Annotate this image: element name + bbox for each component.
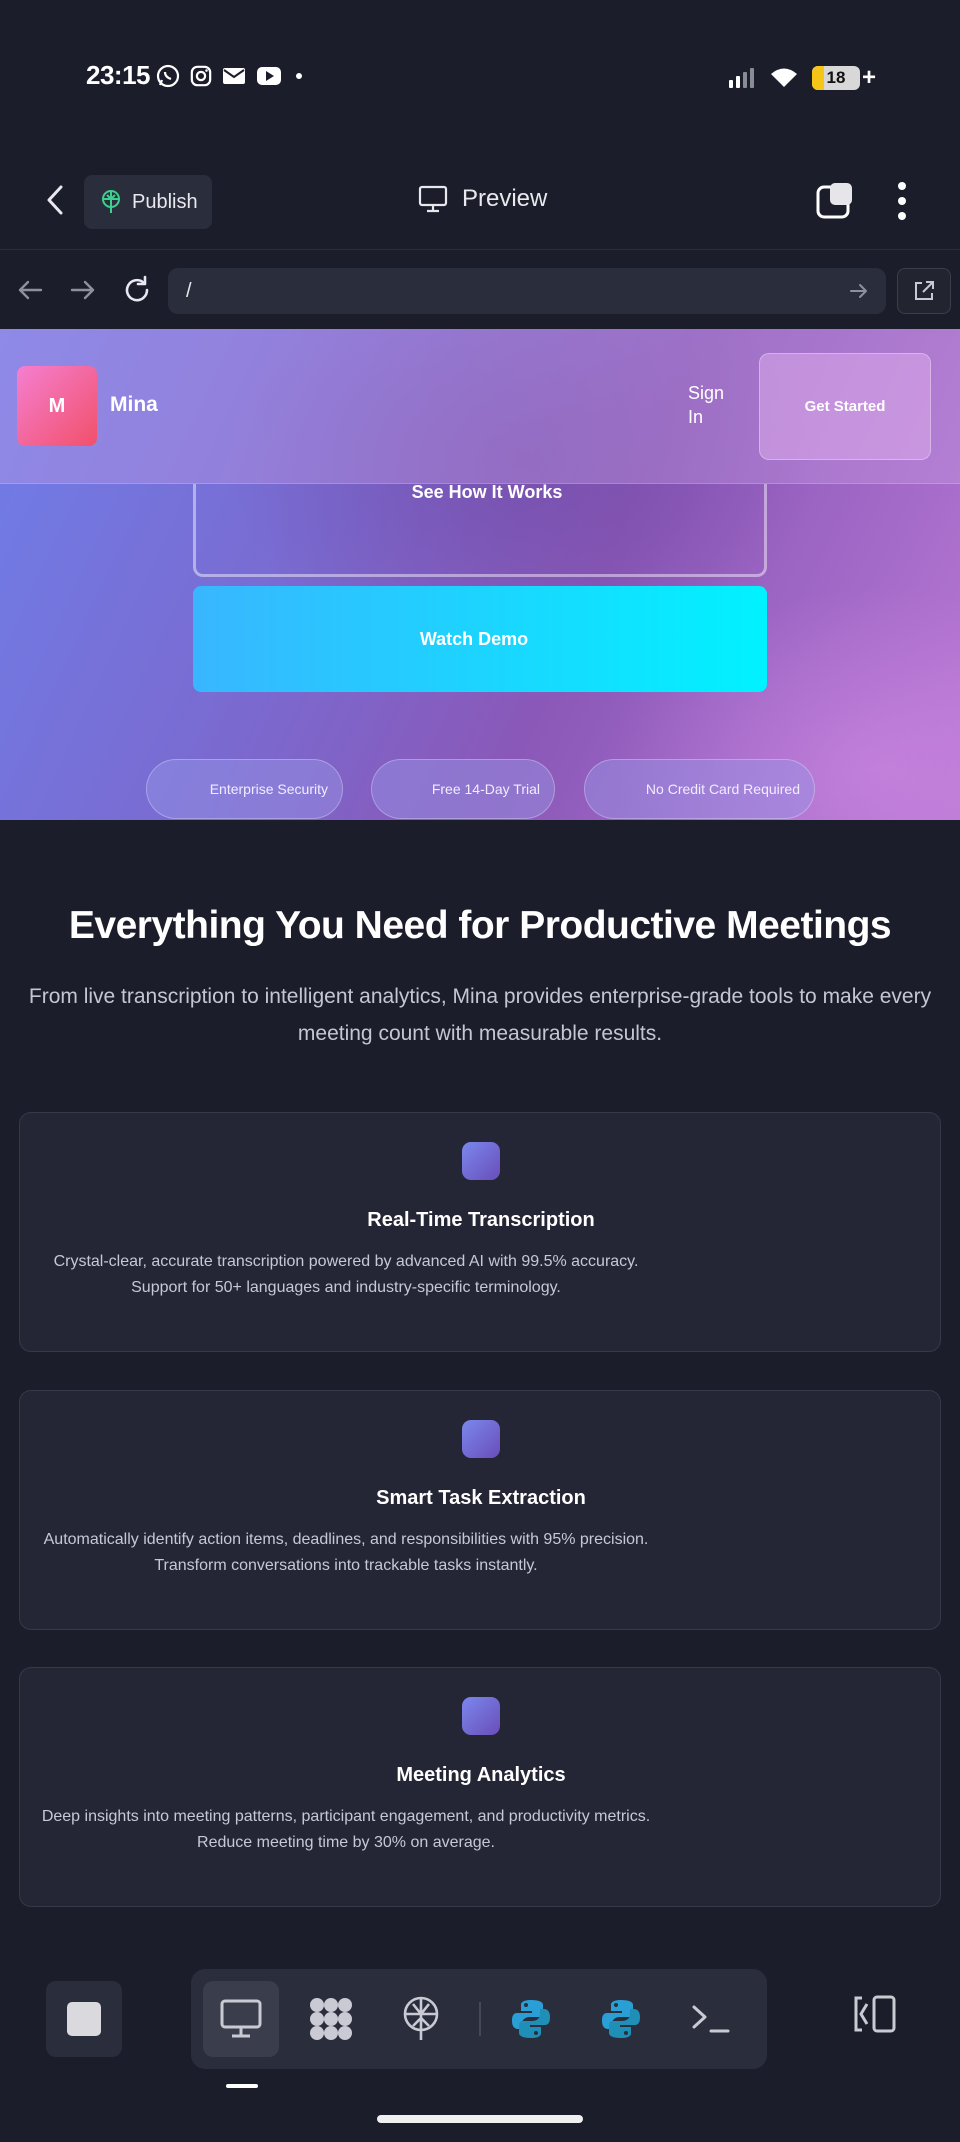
feature-icon: [462, 1420, 500, 1458]
publish-icon: [102, 190, 120, 213]
notification-icons: [156, 64, 306, 88]
python-icon: [602, 2000, 640, 2038]
whatsapp-icon: [156, 64, 180, 88]
tabs-icon[interactable]: [816, 181, 854, 219]
badge-no-credit-card: No Credit Card Required: [584, 759, 815, 819]
refresh-icon[interactable]: [120, 273, 154, 307]
feature-description: Automatically identify action items, dea…: [43, 1531, 649, 1574]
battery-icon: 18: [811, 66, 860, 90]
site-navbar: M Mina Sign In Get Started: [0, 329, 960, 484]
feature-title: Smart Task Extraction: [376, 1487, 586, 1509]
tool-group: [191, 1969, 767, 2069]
tool-apps[interactable]: [293, 1981, 369, 2057]
hero-section: See How It Works M Mina Sign In Get Star…: [0, 329, 960, 820]
preview-toggle[interactable]: Preview: [418, 185, 547, 213]
go-arrow-icon[interactable]: [848, 280, 870, 302]
status-bar: 23:15 18 +: [0, 0, 960, 150]
tool-python-2[interactable]: [583, 1981, 659, 2057]
get-started-button[interactable]: Get Started: [759, 353, 931, 460]
publish-button[interactable]: Publish: [84, 175, 212, 229]
open-external-button[interactable]: [897, 268, 951, 314]
publish-label: Publish: [132, 190, 198, 213]
active-tool-indicator: [226, 2084, 258, 2088]
tool-preview[interactable]: [203, 1981, 279, 2057]
features-subtitle: From live transcription to intelligent a…: [28, 985, 932, 1045]
badge-free-trial: Free 14-Day Trial: [371, 759, 555, 819]
tool-terminal[interactable]: [673, 1981, 749, 2057]
back-arrow-icon[interactable]: [38, 182, 74, 218]
terminal-icon: [692, 2005, 730, 2033]
browser-bar: /: [0, 251, 960, 329]
stop-icon: [67, 2002, 101, 2036]
brand-name[interactable]: Mina: [110, 393, 158, 417]
app-bar: Publish Preview: [0, 150, 960, 250]
monitor-icon: [220, 1999, 262, 2038]
browser-forward-icon[interactable]: [66, 273, 100, 307]
feature-description: Deep insights into meeting patterns, par…: [41, 1808, 651, 1851]
sign-in-link[interactable]: Sign In: [688, 381, 738, 429]
url-text: /: [186, 280, 192, 302]
more-options-icon[interactable]: [888, 180, 916, 222]
monitor-icon: [418, 185, 448, 213]
dot-icon: [296, 73, 302, 79]
system-indicators: 18 +: [728, 64, 876, 92]
home-indicator[interactable]: [377, 2115, 583, 2123]
preview-label: Preview: [462, 185, 548, 212]
feature-card-task-extraction: Smart Task Extraction Automatically iden…: [19, 1390, 941, 1630]
feature-description: Crystal-clear, accurate transcription po…: [53, 1253, 639, 1296]
status-time: 23:15: [86, 60, 151, 90]
badge-enterprise-security: Enterprise Security: [146, 759, 343, 819]
feature-icon: [462, 1142, 500, 1180]
signal-icon: [728, 68, 754, 88]
mail-icon: [223, 68, 245, 84]
browser-back-icon[interactable]: [13, 273, 47, 307]
watch-demo-button[interactable]: Watch Demo: [193, 586, 767, 692]
wifi-icon: [770, 68, 797, 87]
tool-publish[interactable]: [383, 1981, 459, 2057]
apps-grid-icon: [310, 1998, 352, 2040]
feature-card-transcription: Real-Time Transcription Crystal-clear, a…: [19, 1112, 941, 1352]
external-link-icon: [915, 281, 934, 300]
stop-button[interactable]: [46, 1981, 122, 2057]
tool-python-1[interactable]: [493, 1981, 569, 2057]
charging-indicator: +: [861, 64, 876, 91]
site-logo[interactable]: M: [17, 366, 97, 446]
feature-title: Real-Time Transcription: [367, 1209, 595, 1231]
python-icon: [512, 2000, 550, 2038]
feature-icon: [462, 1697, 500, 1735]
features-title: Everything You Need for Productive Meeti…: [68, 904, 892, 947]
feature-card-analytics: Meeting Analytics Deep insights into mee…: [19, 1667, 941, 1907]
toolbar-divider: [479, 2002, 481, 2036]
feature-title: Meeting Analytics: [396, 1764, 566, 1786]
bottom-toolbar: [0, 1954, 960, 2142]
youtube-icon: [257, 67, 281, 85]
panel-toggle-icon[interactable]: [852, 1994, 898, 2034]
instagram-icon: [190, 65, 212, 87]
url-field[interactable]: /: [168, 268, 886, 314]
publish-icon: [403, 1996, 439, 2040]
see-how-label: See How It Works: [411, 482, 563, 502]
